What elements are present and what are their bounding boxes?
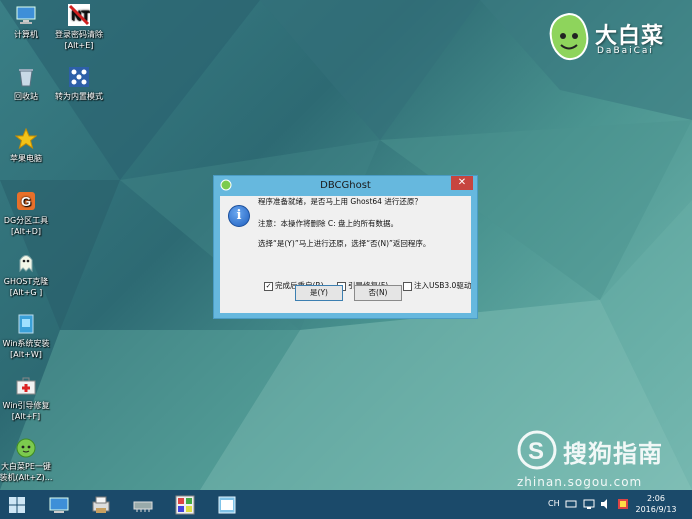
grid-apps-icon xyxy=(69,67,89,87)
keyboard-icon[interactable] xyxy=(565,498,577,510)
checkbox-checked-icon: ✓ xyxy=(264,281,273,291)
windows-start-icon[interactable] xyxy=(8,496,26,514)
network-icon[interactable] xyxy=(583,498,595,510)
icon-label: GHOST克隆 xyxy=(3,277,49,286)
desktop-icon-dabaicai-pe-onekey[interactable]: 大白菜PE一键 装机(Alt+Z)... xyxy=(0,436,58,483)
no-button[interactable]: 否(N) xyxy=(354,285,402,301)
computer-icon xyxy=(16,6,36,24)
windows-install-icon xyxy=(18,314,34,334)
desktop: 计算机 NT 登录密码清除 [Alt+E] 回收站 转为内置模式 苹果电脑 G … xyxy=(0,0,692,490)
icon-label-shortcut: [Alt+F] xyxy=(11,412,41,421)
ime-indicator[interactable]: CH xyxy=(548,499,560,508)
icon-label: DG分区工具 xyxy=(3,216,49,225)
star-icon xyxy=(15,128,37,150)
taskbar-memory-icon[interactable] xyxy=(132,494,154,516)
message-line-2: 注意：本操作将删除 C: 盘上的所有数据。 xyxy=(258,219,399,228)
close-button[interactable]: ✕ xyxy=(451,176,473,190)
clock[interactable]: 2:06 2016/9/13 xyxy=(632,493,680,515)
icon-label-shortcut: 装机(Alt+Z)... xyxy=(0,473,53,482)
watermark-url: zhinan.sogou.com xyxy=(517,475,643,489)
ghost-icon xyxy=(19,255,33,273)
dialog-title: DBCGhost xyxy=(320,180,371,191)
cabbage-icon xyxy=(16,438,36,458)
cabbage-mascot-icon xyxy=(549,12,589,61)
desktop-icon-apple-computer[interactable]: 苹果电脑 xyxy=(0,128,58,164)
svg-text:G: G xyxy=(21,194,31,209)
first-aid-kit-icon xyxy=(16,377,36,395)
volume-icon[interactable] xyxy=(600,498,612,510)
watermark-title: 搜狗指南 xyxy=(563,440,663,468)
icon-label: 转为内置模式 xyxy=(55,92,103,101)
taskbar-tools-icon[interactable] xyxy=(174,494,196,516)
dbcghost-dialog: DBCGhost ✕ i 程序准备就绪，是否马上用 Ghost64 进行还原？ … xyxy=(213,175,478,319)
clock-date: 2016/9/13 xyxy=(635,505,677,514)
sogou-s-logo-icon: S xyxy=(517,430,557,470)
checkbox-label: 注入USB3.0驱动 xyxy=(414,281,472,290)
no-password-icon: NT xyxy=(68,4,90,26)
dialog-content: i 程序准备就绪，是否马上用 Ghost64 进行还原？ 注意：本操作将删除 C… xyxy=(220,196,471,313)
message-line-3: 选择“是(Y)”马上进行还原，选择“否(N)”返回程序。 xyxy=(258,239,431,248)
icon-label: Win引导修复 xyxy=(2,401,50,410)
taskbar-monitor-icon[interactable] xyxy=(48,494,70,516)
taskbar-window-icon[interactable] xyxy=(216,494,238,516)
dialog-titlebar[interactable]: DBCGhost ✕ xyxy=(214,176,477,196)
icon-label: 登录密码清除 xyxy=(55,30,103,39)
desktop-icon-switch-kernel-mode[interactable]: 转为内置模式 xyxy=(47,66,111,102)
desktop-icon-win-boot-repair[interactable]: Win引导修复 [Alt+F] xyxy=(0,375,58,422)
dabaicai-brand-logo: 大白菜 DaBaiCai xyxy=(545,8,685,66)
icon-label: 苹果电脑 xyxy=(10,154,42,163)
message-line-1: 程序准备就绪，是否马上用 Ghost64 进行还原？ xyxy=(258,197,422,206)
desktop-icon-win-system-install[interactable]: Win系统安装 [Alt+W] xyxy=(0,313,58,360)
sogou-watermark: S 搜狗指南 zhinan.sogou.com xyxy=(515,430,690,490)
icon-label: 大白菜PE一键 xyxy=(1,462,51,471)
diskgenius-icon: G xyxy=(17,192,35,210)
icon-label-shortcut: [Alt+E] xyxy=(64,41,94,50)
desktop-icon-login-password-clear[interactable]: NT 登录密码清除 [Alt+E] xyxy=(47,4,111,51)
icon-label-shortcut: [Alt+G ] xyxy=(9,288,43,297)
icon-label-shortcut: [Alt+W] xyxy=(10,350,42,359)
icon-label: Win系统安装 xyxy=(2,339,50,348)
icon-label-shortcut: [Alt+D] xyxy=(11,227,41,236)
yes-button[interactable]: 是(Y) xyxy=(295,285,343,301)
svg-text:S: S xyxy=(528,438,544,465)
tray-app-icon[interactable] xyxy=(617,498,629,510)
desktop-icon-dg-partition-tool[interactable]: G DG分区工具 [Alt+D] xyxy=(0,190,58,237)
desktop-icon-ghost-restore[interactable]: GHOST克隆 [Alt+G ] xyxy=(0,251,58,298)
checkbox-inject-usb3[interactable]: 注入USB3.0驱动 xyxy=(403,280,471,291)
taskbar: CH 2:06 2016/9/13 xyxy=(0,490,692,519)
recycle-bin-icon xyxy=(19,69,33,87)
info-icon: i xyxy=(228,205,250,227)
clock-time: 2:06 xyxy=(647,494,665,503)
taskbar-printer-icon[interactable] xyxy=(90,494,112,516)
brand-subtitle: DaBaiCai xyxy=(597,46,654,56)
checkbox-unchecked-icon xyxy=(403,281,412,291)
